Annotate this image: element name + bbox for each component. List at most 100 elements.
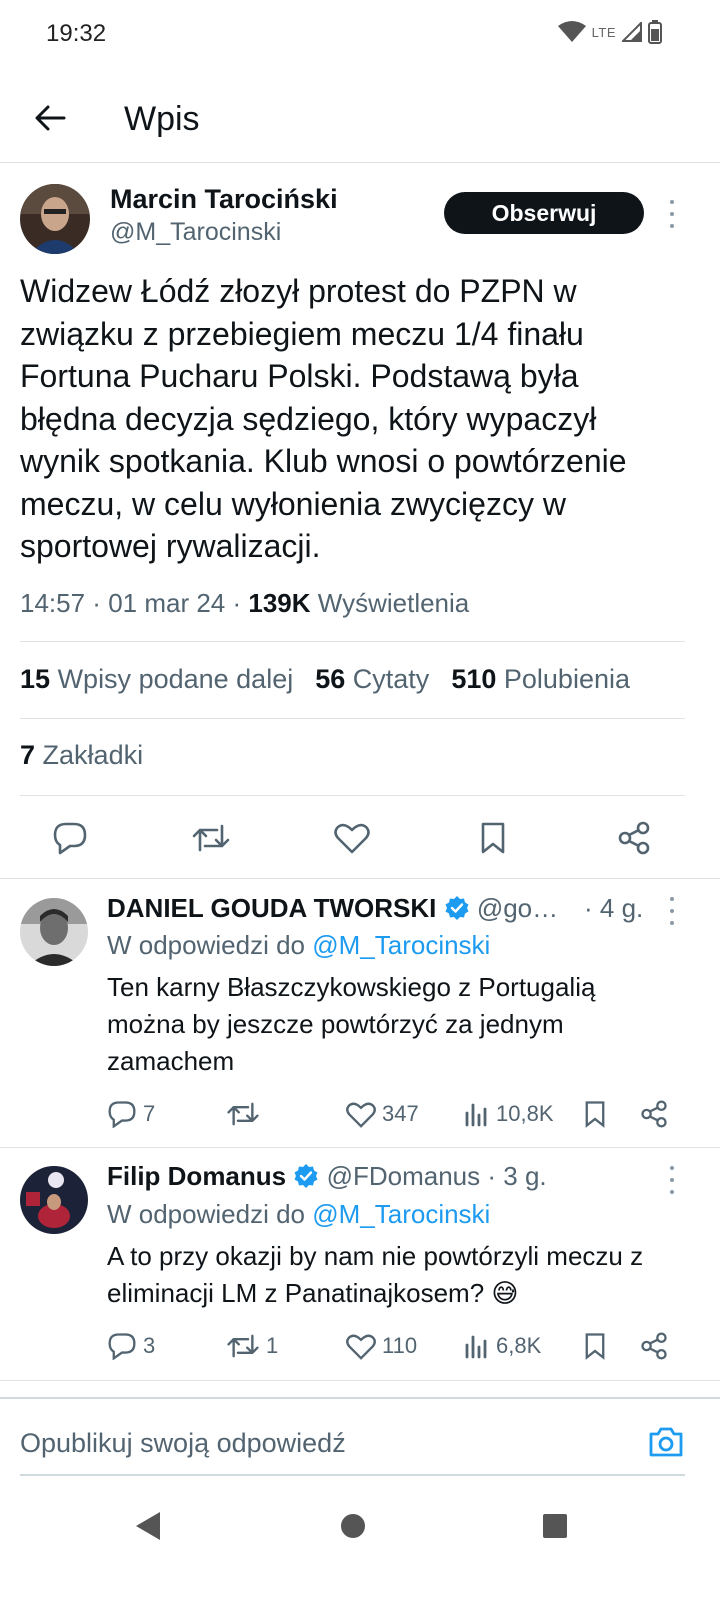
comment-icon	[52, 821, 88, 855]
status-icons: LTE	[557, 20, 662, 44]
reply-to-handle-link[interactable]: @M_Tarocinski	[312, 930, 490, 960]
heart-icon	[346, 1101, 376, 1128]
reply-divider	[0, 1380, 720, 1381]
main-tweet-divider	[0, 878, 720, 879]
triangle-back-icon	[134, 1510, 162, 1542]
reply-author-name[interactable]: DANIEL GOUDA TWORSKI	[107, 893, 436, 923]
reply-author-name[interactable]: Filip Domanus	[107, 1161, 286, 1191]
reply-header: Filip Domanus @FDomanus · 3 g.	[107, 1161, 547, 1192]
square-recents-icon	[542, 1513, 568, 1539]
share-button[interactable]	[606, 810, 662, 866]
tweet-meta: 14:57 · 01 mar 24 · 139K Wyświetlenia	[20, 588, 470, 618]
bookmarks-divider	[20, 795, 685, 796]
author-avatar[interactable]	[20, 184, 90, 254]
retweet-button[interactable]: 1	[226, 1326, 278, 1366]
camera-icon	[648, 1426, 684, 1458]
circle-home-icon	[340, 1513, 366, 1539]
page-title: Wpis	[124, 100, 200, 138]
quotes-stat[interactable]: 56 Cytaty	[315, 664, 429, 695]
retweet-icon	[226, 1100, 260, 1128]
analytics-icon	[464, 1101, 490, 1127]
wifi-icon	[557, 21, 586, 43]
compose-top-border	[0, 1397, 720, 1399]
tweet-actions	[0, 810, 720, 866]
reply-button[interactable]: 7	[107, 1094, 155, 1134]
header-divider	[0, 162, 720, 163]
author-handle[interactable]: @M_Tarocinski	[110, 218, 281, 247]
compose-underline	[20, 1474, 685, 1476]
author-name[interactable]: Marcin Tarociński	[110, 184, 338, 215]
verified-badge-icon	[293, 1163, 319, 1189]
retweet-button[interactable]	[183, 810, 239, 866]
reply-author-handle[interactable]: @FDomanus	[327, 1161, 481, 1191]
retweet-button[interactable]	[226, 1094, 266, 1134]
camera-button[interactable]	[646, 1422, 686, 1462]
reply-time: · 3 g.	[487, 1161, 547, 1191]
tweet-time: 14:57	[20, 588, 86, 618]
reply-to-line: W odpowiedzi do @M_Tarocinski	[107, 1199, 491, 1229]
reply-author-handle[interactable]: @go…	[477, 893, 558, 923]
stats-divider	[20, 718, 685, 719]
status-time: 19:32	[46, 20, 107, 47]
heart-icon	[346, 1333, 376, 1360]
network-type: LTE	[591, 24, 616, 40]
more-options-icon[interactable]	[662, 200, 682, 228]
analytics-icon	[464, 1333, 490, 1359]
views-count: 139K	[248, 588, 311, 618]
nav-back-button[interactable]	[134, 1510, 162, 1542]
reply-compose-input[interactable]: Opublikuj swoją odpowiedź	[20, 1428, 346, 1459]
nav-recents-button[interactable]	[542, 1513, 568, 1539]
like-button[interactable]	[324, 810, 380, 866]
bookmark-icon	[479, 821, 507, 855]
bookmark-button[interactable]	[465, 810, 521, 866]
back-button[interactable]	[28, 96, 72, 140]
reply-button[interactable]: 3	[107, 1326, 155, 1366]
reply-time: · 4 g.	[584, 893, 644, 923]
stats-row: 15 Wpisy podane dalej 56 Cytaty 510 Polu…	[20, 664, 630, 695]
verified-badge-icon	[444, 895, 470, 921]
tweet-date: 01 mar 24	[108, 588, 226, 618]
reply-text: A to przy okazji by nam nie powtórzyli m…	[107, 1241, 644, 1308]
views-button[interactable]: 10,8K	[464, 1094, 554, 1134]
reply-avatar[interactable]	[20, 1166, 88, 1234]
signal-icon	[622, 22, 642, 42]
reply-text: Ten karny Błaszczykowskiego z Portugalią…	[107, 972, 596, 1076]
views-button[interactable]: 6,8K	[464, 1326, 541, 1366]
more-options-icon[interactable]	[662, 1166, 682, 1194]
retweets-stat[interactable]: 15 Wpisy podane dalej	[20, 664, 293, 695]
share-icon	[640, 1100, 668, 1128]
arrow-left-icon	[34, 104, 66, 132]
retweet-icon	[191, 822, 231, 854]
reply-to-line: W odpowiedzi do @M_Tarocinski	[107, 930, 491, 960]
tweet-text: Widzew Łódź złozył protest do PZPN w zwi…	[20, 273, 627, 564]
reply-header: DANIEL GOUDA TWORSKI @go…	[107, 893, 558, 924]
bookmarks-stat[interactable]: 7 Zakładki	[20, 740, 143, 771]
bookmark-button[interactable]	[583, 1326, 607, 1366]
bookmark-icon	[583, 1100, 607, 1128]
heart-icon	[334, 822, 370, 854]
more-options-icon[interactable]	[662, 897, 682, 925]
share-button[interactable]	[640, 1326, 668, 1366]
nav-home-button[interactable]	[340, 1513, 366, 1539]
reply-button[interactable]	[42, 810, 98, 866]
reply-divider	[0, 1147, 720, 1148]
views-label: Wyświetlenia	[317, 588, 470, 618]
comment-icon	[107, 1100, 137, 1128]
bookmark-button[interactable]	[583, 1094, 607, 1134]
meta-divider	[20, 641, 685, 642]
share-icon	[640, 1332, 668, 1360]
reply-to-handle-link[interactable]: @M_Tarocinski	[312, 1199, 490, 1229]
follow-button[interactable]: Obserwuj	[444, 192, 644, 234]
share-button[interactable]	[640, 1094, 668, 1134]
comment-icon	[107, 1332, 137, 1360]
bookmark-icon	[583, 1332, 607, 1360]
reply-actions: 3 1 110 6,8K	[0, 1326, 720, 1366]
retweet-icon	[226, 1332, 260, 1360]
share-icon	[617, 821, 651, 855]
reply-avatar[interactable]	[20, 898, 88, 966]
reply-actions: 7 347 10,8K	[0, 1094, 720, 1134]
likes-stat[interactable]: 510 Polubienia	[451, 664, 630, 695]
battery-icon	[648, 20, 662, 44]
like-button[interactable]: 110	[346, 1326, 417, 1366]
like-button[interactable]: 347	[346, 1094, 419, 1134]
